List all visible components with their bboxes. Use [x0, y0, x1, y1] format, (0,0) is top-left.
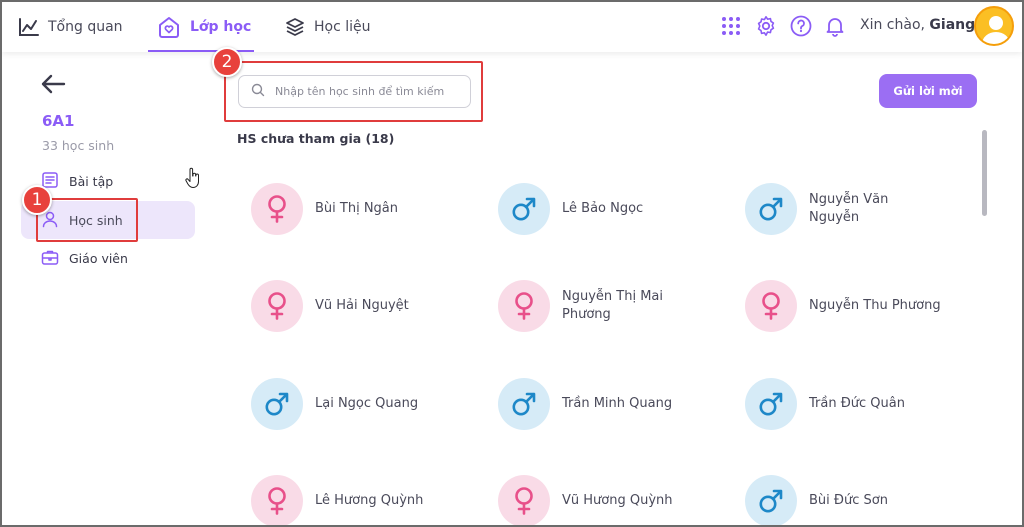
student-name: Nguyễn Thị Mai Phương — [562, 289, 663, 322]
student-card[interactable]: Trần Đức Quân — [745, 378, 975, 430]
student-name: Nguyễn Văn Nguyễn — [809, 192, 889, 225]
student-name: Lê Bảo Ngọc — [562, 201, 644, 216]
scrollbar[interactable] — [982, 130, 987, 216]
student-name: Trần Đức Quân — [809, 396, 905, 411]
briefcase-icon — [41, 248, 59, 269]
hand-cursor-icon — [185, 167, 201, 193]
male-icon — [745, 378, 797, 430]
back-arrow-icon[interactable] — [40, 74, 66, 98]
student-card[interactable]: Nguyễn Thị Mai Phương — [498, 280, 728, 332]
step-badge-2: 2 — [212, 47, 242, 77]
user-name: Giang — [929, 17, 976, 33]
avatar[interactable] — [974, 6, 1014, 46]
highlight-box-students — [36, 198, 138, 242]
student-card[interactable]: Nguyễn Thu Phương — [745, 280, 975, 332]
chart-icon — [18, 17, 40, 37]
bell-icon[interactable] — [824, 15, 846, 37]
nav-tab-label: Tổng quan — [48, 19, 123, 35]
highlight-box-search — [224, 61, 483, 122]
female-icon — [498, 475, 550, 525]
student-name: Vũ Hương Quỳnh — [562, 493, 673, 508]
student-count: 33 học sinh — [42, 138, 115, 153]
student-card[interactable]: Lê Hương Quỳnh — [251, 475, 481, 525]
send-invite-button[interactable]: Gửi lời mời — [879, 74, 977, 108]
greeting: Xin chào, Giang — [860, 17, 975, 33]
female-icon — [498, 280, 550, 332]
male-icon — [251, 378, 303, 430]
layers-icon — [284, 16, 306, 38]
app-window: Tổng quan Lớp học Học liệu Xin chào, Gia… — [0, 0, 1024, 527]
student-card[interactable]: Lại Ngọc Quang — [251, 378, 481, 430]
section-title: HS chưa tham gia (18) — [237, 131, 395, 146]
student-name: Nguyễn Thu Phương — [809, 298, 941, 313]
nav-tab-label: Học liệu — [314, 19, 371, 35]
student-name: Trần Minh Quang — [562, 396, 673, 411]
help-icon[interactable] — [790, 15, 812, 37]
student-name: Vũ Hải Nguyệt — [315, 298, 409, 313]
student-card[interactable]: Bùi Đức Sơn — [745, 475, 975, 525]
male-icon — [498, 183, 550, 235]
sidebar-item-label: Giáo viên — [69, 250, 128, 266]
student-card[interactable]: Bùi Thị Ngân — [251, 183, 481, 235]
nav-tab-materials[interactable]: Học liệu — [284, 2, 371, 52]
step-badge-1: 1 — [22, 185, 52, 215]
sidebar-item-teachers[interactable]: Giáo viên — [21, 239, 195, 277]
student-name: Lại Ngọc Quang — [315, 396, 419, 411]
female-icon — [251, 475, 303, 525]
house-heart-icon — [156, 14, 182, 40]
female-icon — [745, 280, 797, 332]
nav-tab-label: Lớp học — [190, 19, 252, 35]
female-icon — [251, 183, 303, 235]
student-card[interactable]: Nguyễn Văn Nguyễn — [745, 183, 975, 235]
student-name: Bùi Thị Ngân — [315, 201, 399, 216]
nav-tab-class[interactable]: Lớp học — [148, 2, 254, 52]
student-name: Bùi Đức Sơn — [809, 493, 888, 508]
apps-grid-icon[interactable] — [720, 15, 742, 37]
nav-tab-overview[interactable]: Tổng quan — [18, 2, 123, 52]
female-icon — [251, 280, 303, 332]
student-card[interactable]: Lê Bảo Ngọc — [498, 183, 728, 235]
sidebar-item-label: Bài tập — [69, 173, 114, 189]
greeting-prefix: Xin chào, — [860, 17, 930, 33]
male-icon — [745, 183, 797, 235]
student-card[interactable]: Vũ Hương Quỳnh — [498, 475, 728, 525]
student-card[interactable]: Trần Minh Quang — [498, 378, 728, 430]
male-icon — [745, 475, 797, 525]
class-name: 6A1 — [42, 112, 75, 130]
top-navbar: Tổng quan Lớp học Học liệu Xin chào, Gia… — [2, 2, 1022, 52]
student-name: Lê Hương Quỳnh — [315, 493, 424, 508]
male-icon — [498, 378, 550, 430]
gear-icon[interactable] — [755, 15, 777, 37]
student-card[interactable]: Vũ Hải Nguyệt — [251, 280, 481, 332]
